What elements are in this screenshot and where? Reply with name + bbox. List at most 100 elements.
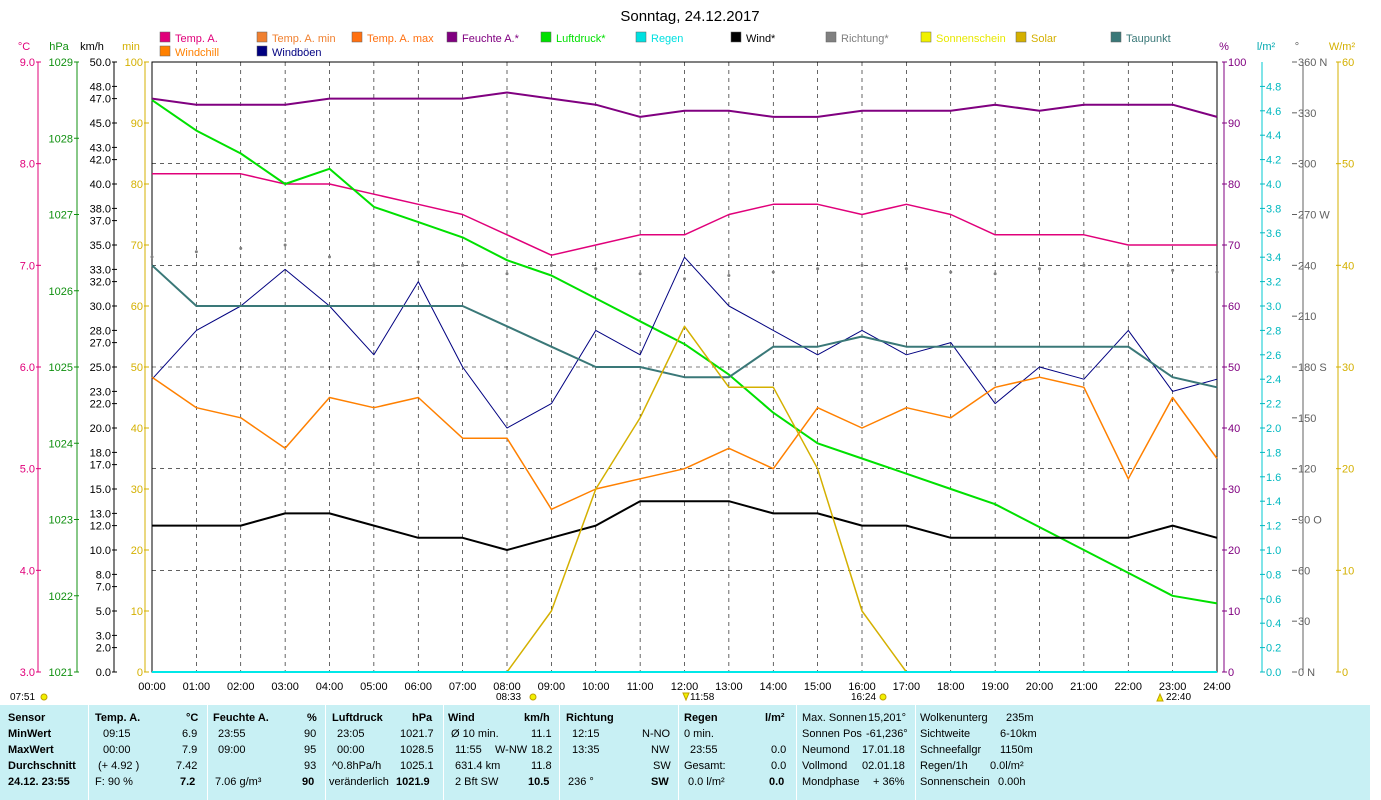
wind-axis-label: 27.0 <box>90 338 111 350</box>
cloud-value-2: 6-10km <box>1000 728 1037 740</box>
direction-axis-label: 300 <box>1298 159 1316 171</box>
moon-marker-icon <box>1156 692 1164 702</box>
rain-axis-label: 4.6 <box>1266 106 1281 118</box>
minutes-axis-label: 50 <box>131 362 143 374</box>
row-label-avg: Durchschnitt <box>8 760 76 772</box>
legend-swatch <box>635 31 647 43</box>
rain-axis-label: 2.4 <box>1266 374 1281 386</box>
direction-axis-label: 240 <box>1298 260 1316 272</box>
direction-point <box>461 263 465 267</box>
x-tick-label: 06:00 <box>404 681 432 693</box>
direction-point <box>328 255 331 259</box>
x-tick-label: 01:00 <box>183 681 211 693</box>
wind-axis-label: 32.0 <box>90 277 111 289</box>
x-tick-label: 22:00 <box>1114 681 1142 693</box>
wind-distance-value: 11.8 <box>531 760 552 772</box>
pressure-axis-label: 1029 <box>49 57 73 69</box>
solar-axis-label: 0 <box>1342 667 1348 679</box>
rain-axis-label: 2.2 <box>1266 399 1281 411</box>
minutes-axis-label: 100 <box>125 57 143 69</box>
minutes-axis-label: 30 <box>131 484 143 496</box>
feuchte-min-time: 23:55 <box>218 728 246 740</box>
legend-label: Luftdruck* <box>556 33 606 45</box>
pressure-axis-label: 1021 <box>49 667 73 679</box>
richtung-row2-dir: NW <box>651 744 670 756</box>
rain-axis-label: 4.4 <box>1266 130 1281 142</box>
richtung-row1-dir: N-NO <box>642 728 671 740</box>
direction-point <box>1038 267 1041 271</box>
column-divider <box>88 705 89 800</box>
minutes-axis-label: 40 <box>131 423 143 435</box>
temp-axis-label: 3.0 <box>20 667 35 679</box>
rain-axis-label: 1.6 <box>1266 472 1281 484</box>
luftdruck-max-time: 00:00 <box>337 744 365 756</box>
wind-beaufort: 2 Bft SW <box>455 776 499 788</box>
axis-unit-label: °C <box>18 41 30 53</box>
cloud-label-1: Wolkenunterg <box>920 712 988 724</box>
wind-axis-label: 20.0 <box>90 423 111 435</box>
column-divider <box>207 705 208 800</box>
sunset-icon <box>879 693 887 701</box>
column-divider <box>678 705 679 800</box>
regen-total: 0.0 l/m² <box>688 776 725 788</box>
rain-axis-label: 1.4 <box>1266 496 1281 508</box>
direction-point <box>239 246 243 250</box>
legend-swatch <box>730 31 742 43</box>
rain-axis-label: 1.0 <box>1266 545 1281 557</box>
wind-avg10-value: 11.1 <box>531 728 552 740</box>
wind-axis-label: 47.0 <box>90 94 111 106</box>
regen-current: 0.0 <box>769 776 785 788</box>
minutes-axis-label: 60 <box>131 301 143 313</box>
wind-axis-label: 15.0 <box>90 484 111 496</box>
rain-axis-label: 1.8 <box>1266 447 1281 459</box>
row-label-min: MinWert <box>8 728 52 740</box>
x-tick-label: 04:00 <box>316 681 344 693</box>
legend-label: Sonnenschein <box>936 33 1006 45</box>
sun-value-4: 02.01.18 <box>862 760 905 772</box>
temp-max-value: 7.9 <box>182 744 198 756</box>
wind-axis-label: 28.0 <box>90 325 111 337</box>
rain-axis-label: 3.2 <box>1266 277 1281 289</box>
humidity-axis-label: 50 <box>1228 362 1240 374</box>
rain-axis-label: 2.8 <box>1266 325 1281 337</box>
legend-label: Wind* <box>746 33 776 45</box>
x-tick-label: 09:00 <box>538 681 566 693</box>
axis-unit-label: % <box>1219 41 1229 53</box>
direction-point <box>416 260 420 264</box>
header-feuchte-unit: % <box>307 712 317 724</box>
solar-axis-label: 50 <box>1342 159 1354 171</box>
humidity-axis-label: 70 <box>1228 240 1240 252</box>
sunshine-start-time: 08:33 <box>496 692 521 703</box>
rain-axis-label: 3.6 <box>1266 228 1281 240</box>
direction-axis-label: 90 O <box>1298 515 1322 527</box>
x-tick-label: 05:00 <box>360 681 388 693</box>
richtung-row1-time: 12:15 <box>572 728 600 740</box>
legend-swatch <box>1015 31 1027 43</box>
temp-axis-label: 5.0 <box>20 464 35 476</box>
humidity-axis-label: 100 <box>1228 57 1246 69</box>
sun-label-4: Vollmond <box>802 760 848 772</box>
luftdruck-current: 1021.9 <box>396 776 430 788</box>
rain-axis-label: 0.4 <box>1266 618 1281 630</box>
direction-axis-label: 270 W <box>1298 210 1330 222</box>
rain-axis-label: 0.2 <box>1266 643 1281 655</box>
wind-axis-label: 38.0 <box>90 203 111 215</box>
solar-axis-label: 60 <box>1342 57 1354 69</box>
direction-point <box>949 270 953 274</box>
direction-point <box>816 267 820 271</box>
pressure-axis-label: 1024 <box>49 438 73 450</box>
sun-label-3: Neumond <box>802 744 850 756</box>
direction-point <box>194 250 198 254</box>
regen-gesamt-value: 0.0 <box>771 760 787 772</box>
minutes-axis-label: 90 <box>131 118 143 130</box>
temp-axis-label: 9.0 <box>20 57 35 69</box>
x-tick-label: 02:00 <box>227 681 255 693</box>
direction-axis-label: 330 <box>1298 108 1316 120</box>
legend-swatch <box>825 31 837 43</box>
column-divider <box>915 705 916 800</box>
statistics-table: Sensor MinWert MaxWert Durchschnitt 24.1… <box>0 705 1370 800</box>
header-wind-unit: km/h <box>524 712 550 724</box>
row-label-max: MaxWert <box>8 744 54 756</box>
minutes-axis-label: 20 <box>131 545 143 557</box>
axis-unit-label: ° <box>1295 41 1299 53</box>
